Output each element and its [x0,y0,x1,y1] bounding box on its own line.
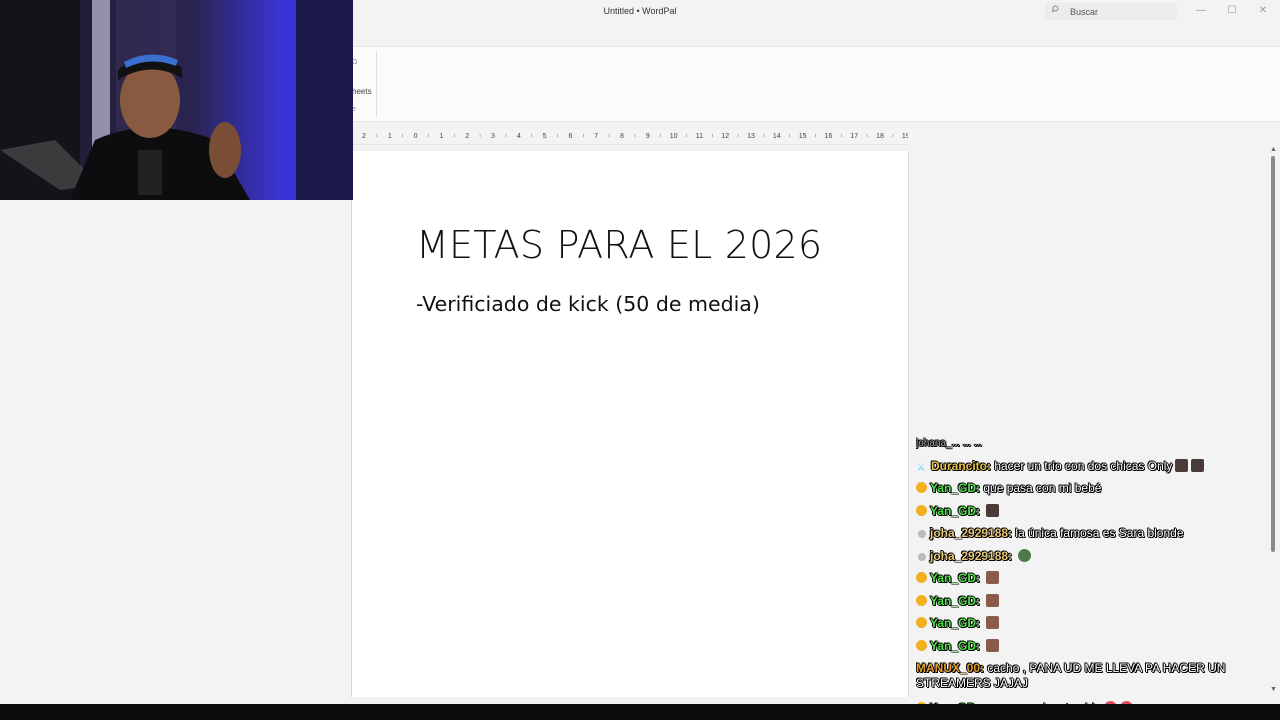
ruler-tick-label: 19 [902,133,908,140]
emote-icon [986,504,1000,517]
ruler-tick-label: 8 [620,133,624,140]
chat-message: Yan_GD: [916,504,1000,519]
maximize-button[interactable]: ☐ [1221,3,1243,19]
ruler-tick-label: 4 [517,133,521,140]
emote-icon [986,616,1000,629]
search-placeholder: Buscar [1070,7,1099,17]
chat-username[interactable]: joha_2929188: [930,526,1012,540]
chat-username[interactable]: joha_2929188: [930,549,1012,563]
ruler-tick-label: 16 [825,133,833,140]
ruler-tick-label: 6 [568,133,572,140]
chat-username[interactable]: Yan_GD: [930,481,980,495]
bottom-bar [0,704,1280,720]
chat-text: hacer un trío con dos chicas Only [991,459,1173,473]
ruler-tick-label: 1 [388,133,392,140]
emote-icon [1018,549,1032,562]
sword-badge-icon: ⚔ [916,462,926,474]
scroll-down-icon[interactable]: ▼ [1270,686,1277,693]
ruler-tick-label: 5 [543,133,547,140]
chat-username[interactable]: Durancito: [931,459,991,473]
ruler-scale: 2 1 0 1 2 3 4 5 6 7 8 9 10 11 12 13 14 15 16 17 18 19 [362,133,908,140]
vip-badge-icon [916,595,927,606]
document-page[interactable]: METAS PARA EL 2026 -Verificiado de kick … [352,151,909,697]
chat-text [1012,549,1015,563]
chat-partial-message: johana_... ... ... [916,438,983,449]
search-box[interactable]: Buscar [1045,3,1177,20]
vip-badge-icon [916,617,927,628]
ruler-tick-label: 15 [799,133,807,140]
webcam-overlay [0,0,353,200]
emote-icon [1175,459,1189,472]
ruler-tick-label: 17 [850,133,858,140]
scroll-thumb[interactable] [1271,156,1275,552]
document-line[interactable]: -Verificiado de kick (50 de media) [416,292,760,316]
chat-text [980,639,983,653]
minimize-button[interactable]: — [1190,3,1212,19]
vip-badge-icon [916,572,927,583]
ribbon-partial-label[interactable]: heets [352,87,372,96]
vip-badge-icon [916,640,927,651]
chat-username[interactable]: Yan_GD: [930,616,980,630]
chat-message: Yan_GD: [916,571,1000,586]
chat-message: Yan_GD: [916,616,1000,631]
scroll-up-icon[interactable]: ▲ [1270,146,1277,153]
chat-text [980,594,983,608]
chat-username[interactable]: Yan_GD: [930,504,980,518]
ruler-tick-label: 1 [439,133,443,140]
chat-username[interactable]: MANUX_00: [916,661,984,675]
ruler-tick-label: 0 [414,133,418,140]
ruler-tick-label: 13 [747,133,755,140]
emote-icon [986,594,1000,607]
ruler-tick-label: 12 [721,133,729,140]
webcam-image [0,0,353,200]
ruler-tick-label: 9 [646,133,650,140]
chat-text: la única famosa es Sara blonde [1012,526,1184,540]
ribbon-separator [376,51,377,117]
vertical-scrollbar[interactable]: ▲ ▼ [1268,146,1278,698]
document-heading[interactable]: METAS PARA EL 2026 [416,223,822,267]
ruler-tick-label: 2 [465,133,469,140]
chat-message: Yan_GD: [916,594,1000,609]
close-button[interactable]: ✕ [1252,3,1274,19]
emote-icon [986,571,1000,584]
stream-chat-overlay: johana_... ... ... ⚔ Durancito: hacer un … [916,436,1256,720]
chat-text [980,616,983,630]
chat-message: MANUX_00: cacho , PANA UD ME LLEVA PA HA… [916,661,1246,691]
search-icon [1051,5,1059,13]
chat-text [980,504,983,518]
sub-badge-icon [918,530,926,538]
vip-badge-icon [916,505,927,516]
emote-icon [1191,459,1205,472]
ruler-tick-label: 2 [362,133,366,140]
ruler-tick-label: 14 [773,133,781,140]
chat-username[interactable]: Yan_GD: [930,594,980,608]
ruler-tick-label: 7 [594,133,598,140]
ruler[interactable]: 2 1 0 1 2 3 4 5 6 7 8 9 10 11 12 13 14 15 16 17 18 19 [352,128,908,145]
chat-username[interactable]: Yan_GD: [930,639,980,653]
ruler-tick-label: 10 [670,133,678,140]
chat-message: joha_2929188: la única famosa es Sara bl… [916,526,1184,541]
chat-message: joha_2929188: [916,549,1032,564]
ruler-tick-label: 18 [876,133,884,140]
emote-icon [986,639,1000,652]
chat-username[interactable]: Yan_GD: [930,571,980,585]
ruler-tick-label: 3 [491,133,495,140]
vip-badge-icon [916,482,927,493]
ruler-tick-label: 11 [696,133,703,140]
chat-message: Yan_GD: [916,639,1000,654]
chat-message: ⚔ Durancito: hacer un trío con dos chicas… [916,459,1205,474]
chat-text [980,571,983,585]
chat-text: que pasa con mi bebé [980,481,1102,495]
chat-message: Yan_GD: que pasa con mi bebé [916,481,1101,496]
sub-badge-icon [918,553,926,561]
